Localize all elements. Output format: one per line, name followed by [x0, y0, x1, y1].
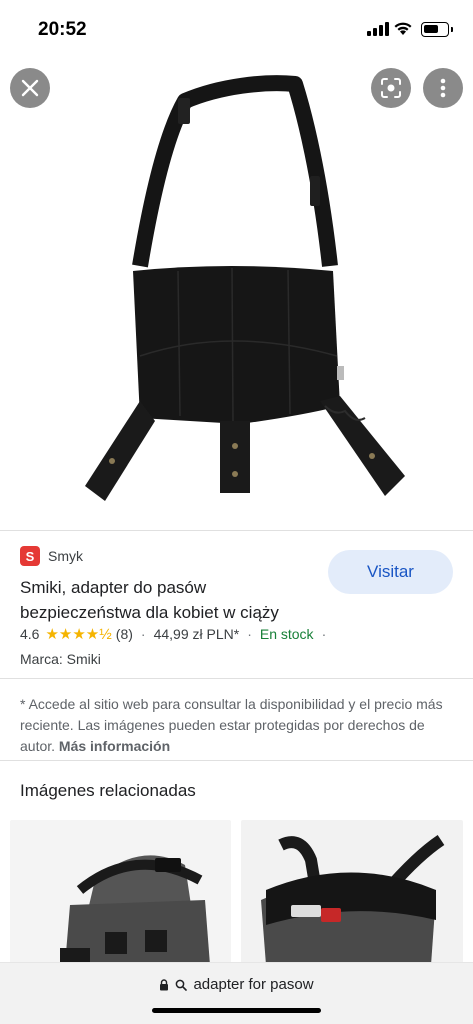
close-icon [21, 79, 39, 97]
status-bar: 20:52 [0, 0, 473, 56]
product-image [85, 75, 405, 501]
related-image-thumb [261, 835, 445, 965]
url-display[interactable]: adapter for pasow [0, 976, 473, 993]
home-indicator[interactable] [152, 1008, 321, 1013]
battery-icon [421, 22, 453, 37]
rating-stars: ★★★★½ [45, 626, 112, 643]
separator: · [247, 626, 252, 642]
more-info-link[interactable]: Más información [59, 738, 170, 754]
separator: · [140, 626, 146, 642]
lock-icon [160, 978, 169, 990]
availability: En stock [259, 626, 314, 642]
wifi-icon [394, 22, 412, 35]
divider [0, 760, 473, 761]
more-vert-icon [440, 78, 446, 98]
brand: Marca: Smiki [20, 651, 101, 667]
product-image-viewer [0, 56, 473, 528]
status-time: 20:52 [38, 19, 87, 40]
url-text: adapter for pasow [193, 976, 314, 993]
signal-icon [367, 22, 389, 36]
rating-value: 4.6 [20, 626, 40, 642]
divider [0, 530, 473, 531]
disclaimer: * Accede al sitio web para consultar la … [20, 694, 456, 757]
related-image-2[interactable] [241, 820, 463, 965]
close-button[interactable] [10, 68, 50, 108]
related-image-1[interactable] [10, 820, 231, 965]
lens-button[interactable] [371, 68, 411, 108]
source-link[interactable]: S Smyk [20, 546, 83, 566]
separator: · [321, 626, 327, 642]
more-options-button[interactable] [423, 68, 463, 108]
product-title[interactable]: Smiki, adapter do pasów bezpieczeństwa d… [20, 575, 320, 625]
source-name: Smyk [48, 548, 83, 564]
visit-button[interactable]: Visitar [328, 550, 453, 594]
related-image-thumb [60, 855, 210, 965]
divider [0, 678, 473, 679]
search-icon [176, 979, 188, 991]
source-favicon: S [20, 546, 40, 566]
related-images-title: Imágenes relacionadas [20, 781, 196, 800]
lens-icon [381, 78, 401, 98]
product-meta: 4.6 ★★★★½ (8) · 44,99 zł PLN* · En stock… [20, 625, 334, 643]
price: 44,99 zł PLN* [153, 626, 240, 642]
review-count: (8) [115, 626, 133, 642]
url-bar[interactable]: adapter for pasow [0, 962, 473, 1024]
